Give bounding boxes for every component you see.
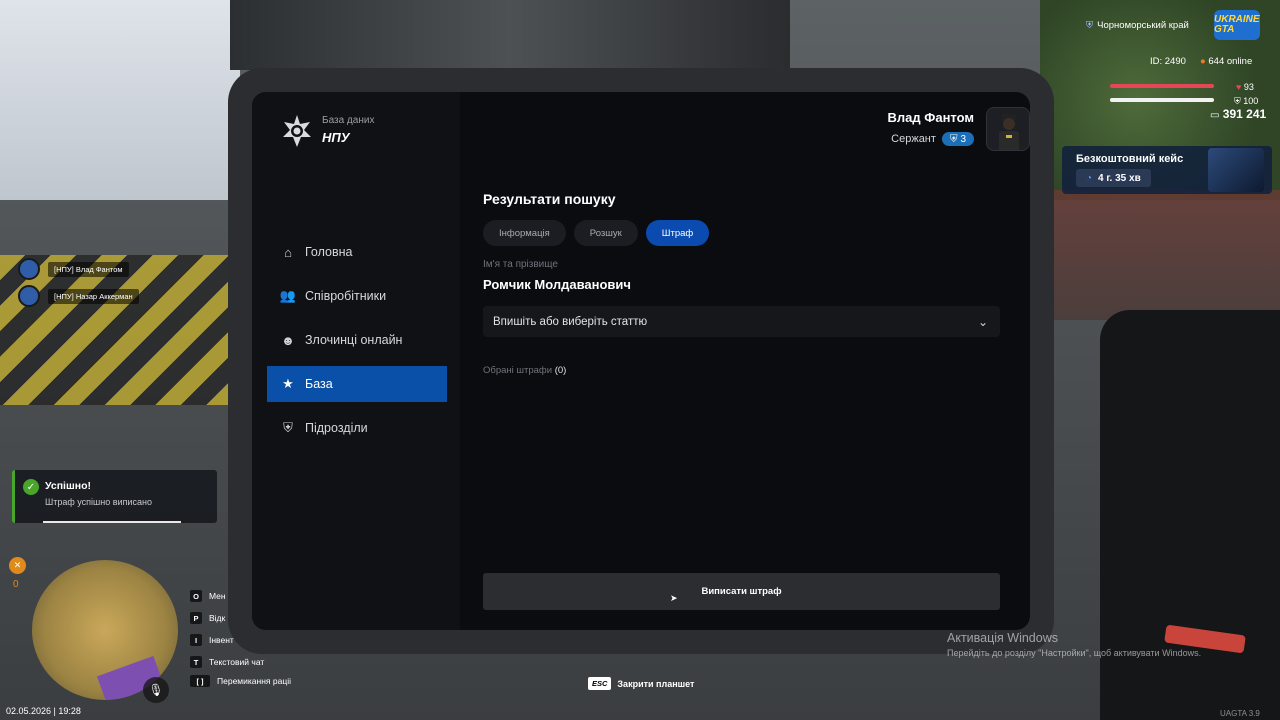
page-title: Результати пошуку — [483, 191, 616, 207]
toast-progress — [43, 521, 181, 523]
article-select-placeholder: Впишіть або виберіть статтю — [493, 315, 648, 328]
mask-icon: ☻ — [281, 332, 295, 348]
case-image — [1208, 148, 1264, 192]
result-tabs: Інформація Розшук Штраф — [483, 220, 710, 246]
tablet-screen: База даних НПУ ⌂ Головна 👥 Співробітники… — [252, 92, 1030, 630]
avatar — [18, 285, 40, 307]
game-logo: UKRAINE GTA — [1214, 10, 1260, 40]
star-icon: ★ — [282, 376, 294, 391]
close-tablet-hint: ESC Закрити планшет — [588, 677, 694, 690]
hotkey-inventory: I Інвент — [190, 634, 234, 646]
voice-chat-entry: [НПУ] Влад Фантом — [18, 258, 129, 280]
issue-fine-button[interactable]: Виписати штраф — [483, 573, 1000, 610]
article-select[interactable]: Впишіть або виберіть статтю ⌄ — [483, 306, 1000, 337]
sidebar-item-database[interactable]: ★ База — [267, 366, 447, 402]
windows-activation-text: Перейдіть до розділу "Настройки", щоб ак… — [947, 648, 1202, 658]
user-name: Влад Фантом — [887, 110, 975, 125]
sidebar-item-home[interactable]: ⌂ Головна — [267, 234, 447, 270]
armor-icon: ⛨ — [1234, 96, 1241, 106]
money: ▭ 391 241 — [1210, 107, 1267, 121]
sidebar-item-employees[interactable]: 👥 Співробітники — [267, 278, 447, 314]
shield-icon: ⛨ — [283, 420, 293, 435]
datetime: 02.05.2026 | 19:28 — [6, 706, 81, 716]
voice-chat-entry: [НПУ] Назар Аккерман — [18, 285, 139, 307]
toast-title: Успішно! — [45, 480, 91, 492]
free-case-timer: ◔ 4 г. 35 хв — [1076, 169, 1151, 187]
avatar — [18, 258, 40, 280]
fire-icon: ● — [1200, 56, 1206, 67]
police-tablet: База даних НПУ ⌂ Головна 👥 Співробітники… — [228, 68, 1054, 654]
check-icon: ✓ — [23, 479, 39, 495]
sidebar: База даних НПУ ⌂ Головна 👥 Співробітники… — [252, 92, 460, 630]
name-label: Ім'я та прізвище — [483, 259, 558, 270]
heart-icon: ♥ — [1236, 82, 1242, 92]
car — [1100, 310, 1280, 720]
hotkey-chat: T Текстовий чат — [190, 656, 264, 668]
region-label: ⛨ Чорноморський край — [1086, 20, 1189, 31]
shield-icon: ⛨ — [949, 133, 958, 145]
free-case-widget[interactable]: Безкоштовний кейс ◔ 4 г. 35 хв — [1062, 146, 1272, 194]
selected-fines-count: (0) — [554, 365, 567, 376]
game-version: UAGTA 3.9 — [1220, 709, 1260, 718]
hotkey-radio: [ ] Перемикання раціі — [190, 675, 291, 687]
map-marker-count: 0 — [13, 579, 19, 590]
wrench-icon: ✕ — [9, 557, 26, 574]
clock-icon: ◔ — [1086, 172, 1093, 184]
sidebar-item-units[interactable]: ⛨ Підрозділи — [267, 410, 447, 446]
chevron-down-icon: ⌄ — [977, 314, 988, 329]
name-value: Ромчик Молдаванович — [483, 277, 631, 292]
armor-bar — [1110, 98, 1214, 102]
hotkey-menu: O Мен — [190, 590, 226, 602]
garage-wall — [0, 0, 240, 200]
success-toast: ✓ Успішно! Штраф успішно виписано — [12, 470, 217, 523]
avatar — [986, 107, 1030, 151]
selected-fines: Обрані штрафи (0) — [483, 365, 567, 376]
rank-badge: ⛨ 3 — [941, 132, 974, 146]
people-icon: 👥 — [279, 288, 297, 303]
esc-key: ESC — [588, 677, 612, 690]
brand-title: НПУ — [322, 130, 350, 145]
windows-activation-title: Активація Windows — [947, 631, 1058, 645]
tab-fine[interactable]: Штраф — [645, 220, 710, 246]
red-zone — [1050, 190, 1280, 320]
microphone-icon: 🎙 — [143, 677, 169, 703]
police-star-icon — [283, 115, 311, 147]
tab-info[interactable]: Інформація — [483, 220, 566, 246]
armor-value: ⛨ 100 — [1234, 96, 1259, 106]
hotkey-open: P Відк — [190, 612, 225, 624]
shield-icon: ⛨ — [1086, 20, 1094, 31]
health-value: ♥ 93 — [1236, 82, 1254, 92]
online-count: ● 644 online — [1200, 56, 1253, 67]
building — [230, 0, 790, 70]
brand-caption: База даних — [322, 115, 375, 126]
cash-icon: ▭ — [1210, 110, 1220, 121]
sidebar-item-criminals[interactable]: ☻ Злочинці онлайн — [267, 322, 447, 358]
user-rank: Сержант ⛨ 3 — [891, 132, 974, 146]
player-id: ID: 2490 — [1150, 56, 1186, 67]
tab-wanted[interactable]: Розшук — [573, 220, 638, 246]
free-case-title: Безкоштовний кейс — [1076, 153, 1184, 165]
home-icon: ⌂ — [284, 244, 292, 260]
mouse-cursor-icon: ➤ — [670, 593, 678, 603]
toast-text: Штраф успішно виписано — [45, 497, 152, 507]
health-bar — [1110, 84, 1214, 88]
officer-avatar-icon — [999, 114, 1019, 150]
